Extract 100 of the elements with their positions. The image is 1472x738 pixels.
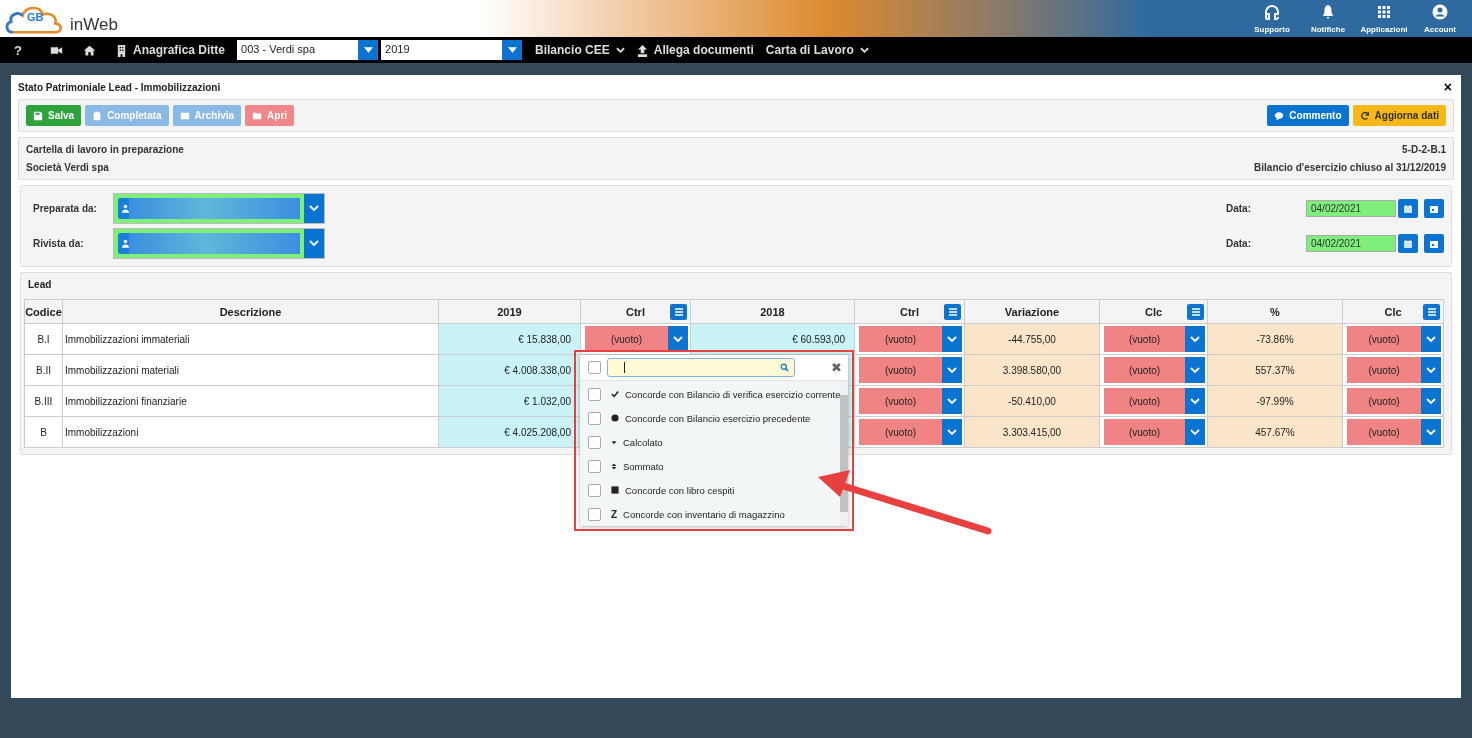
panel-title: Stato Patrimoniale Lead - Immobilizzazioni [18,81,221,93]
calendar-button[interactable] [1424,199,1444,218]
dropdown-option[interactable]: Concorde con Bilancio di verifica esercizio corrente [588,382,841,406]
header-action[interactable]: Account [1414,0,1466,37]
date-label: Data: [1226,238,1252,249]
dropdown-option[interactable]: Concorde con Bilancio esercizio precedente [588,406,811,430]
refresh-icon [1359,110,1370,121]
menu-icon [1190,306,1201,317]
toolbar-button[interactable]: Aggiorna dati [1352,105,1446,126]
status-select[interactable]: (vuoto) [1347,419,1441,445]
date-field[interactable]: 04/02/2021 [1306,235,1396,252]
search-field[interactable] [607,358,795,377]
dropdown-option[interactable]: Concorde con libro cespiti [588,478,735,502]
column-menu-button[interactable] [1423,303,1440,320]
user-select-field[interactable] [113,228,325,259]
column-menu-button[interactable] [1187,303,1204,320]
caret-icon [363,47,373,53]
field-label: Rivista da: [33,238,85,249]
header-action[interactable]: Applicazioni [1358,0,1410,37]
user-select-field[interactable] [113,193,325,224]
checkbox[interactable] [588,507,601,521]
column-label: Descrizione [219,305,282,318]
chevron-icon [1190,366,1200,374]
status-select[interactable]: (vuoto) [1104,357,1205,383]
cell-text: -73.86% [1256,333,1294,345]
checkbox[interactable] [588,483,601,497]
nav-select[interactable]: 003 - Verdi spa [237,40,379,60]
column-label: Clc [1384,305,1402,318]
column-label: Clc [1144,305,1163,318]
status-select[interactable]: (vuoto) [859,357,962,383]
checkbox[interactable] [588,411,601,425]
check-icon [611,390,619,398]
chevron-icon [673,335,683,343]
status-select[interactable]: (vuoto) [859,326,962,352]
circle-icon [611,414,619,422]
account-icon [1432,3,1448,20]
grid-icon [1376,3,1392,20]
status-select[interactable]: (vuoto) [859,388,962,414]
calendar-button[interactable] [1398,199,1418,218]
speech-bubble-icon [1274,110,1285,121]
cell-text: Immobilizzazioni materiali [65,364,179,376]
chevron-icon [947,397,957,405]
section-title: Lead [27,278,53,292]
cell-text: Immobilizzazioni finanziarie [65,395,187,407]
checkbox[interactable] [588,387,601,401]
cell-text: -50.410,00 [1008,395,1056,407]
cell-text: 3.398.580,00 [1002,364,1062,376]
column-label: 2018 [760,305,785,318]
dropdown-option[interactable]: Z Concorde con inventario di magazzino [588,502,785,526]
status-select[interactable]: (vuoto) [1347,388,1441,414]
header-action[interactable]: Supporto [1246,0,1298,37]
info-text: 5-D-2-B.1 [1402,144,1446,155]
user-icon [122,239,129,248]
status-select[interactable]: (vuoto) [859,419,962,445]
chevron-icon [1190,428,1200,436]
search-icon [780,363,789,372]
close-button[interactable]: × [1441,79,1454,95]
status-select[interactable]: (vuoto) [1347,326,1441,352]
column-menu-button[interactable] [944,303,961,320]
menu-icon [673,306,684,317]
cell-text: -97.99% [1256,395,1294,407]
home-icon[interactable] [83,43,96,57]
chevron-icon [1426,397,1436,405]
checkbox[interactable] [588,435,601,449]
column-menu-button[interactable] [670,303,687,320]
chevron-icon [1190,335,1200,343]
date-field[interactable]: 04/02/2021 [1306,200,1396,217]
checkbox[interactable] [588,459,601,473]
help-link[interactable]: ? [14,42,26,58]
dropdown-option[interactable]: Calcolato [588,430,663,454]
header-action[interactable]: Notifiche [1302,0,1354,37]
close-button[interactable]: ✖ [831,360,842,375]
cell-text: B [40,426,47,438]
status-select[interactable]: (vuoto) [1104,326,1205,352]
dropdown-option[interactable]: Sommato [588,454,664,478]
status-select[interactable]: (vuoto) [1347,357,1441,383]
archive-icon [179,110,190,121]
calendar-button[interactable] [1424,234,1444,253]
nav-link[interactable]: Allega documenti [636,43,754,57]
nav-select[interactable]: 2019 [381,40,523,60]
calendar-icon [1429,203,1439,214]
status-select[interactable]: (vuoto) [1104,388,1205,414]
status-select[interactable]: (vuoto) [585,326,688,352]
cell-text: 457.67% [1255,426,1295,438]
nav-link[interactable]: Anagrafica Ditte [116,43,226,57]
headset-icon [1264,3,1280,20]
cell-text: B.I [37,333,50,345]
calendar-button[interactable] [1398,234,1418,253]
checkbox[interactable] [588,361,601,374]
sort-icon [611,462,617,470]
nav-menu[interactable]: Bilancio CEE [535,43,625,57]
menu-icon [947,306,958,317]
letter-icon: Z [611,508,618,520]
status-select[interactable]: (vuoto) [1104,419,1205,445]
cell-text: € 60.593,00 [792,333,845,345]
nav-menu[interactable]: Carta di Lavoro [765,43,869,57]
cell-text: 3.303.415,00 [1002,426,1062,438]
toolbar-button[interactable]: Commento [1267,105,1349,126]
cell-text: -44.755,00 [1008,333,1056,345]
chevron-icon [859,46,869,54]
